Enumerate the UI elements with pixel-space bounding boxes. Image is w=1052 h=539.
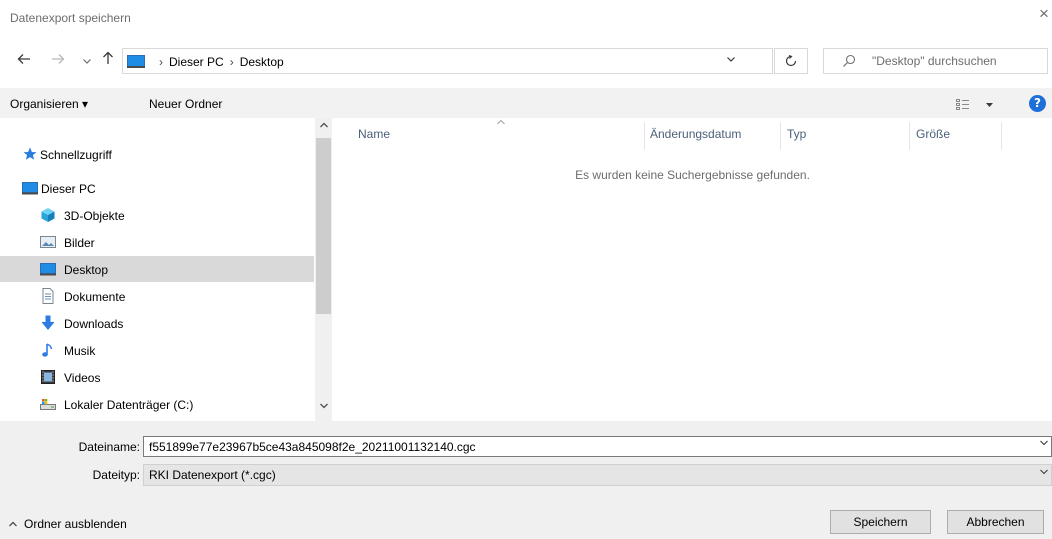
- organize-menu-button[interactable]: Organisieren ▾: [10, 97, 88, 111]
- breadcrumb-item-dieser-pc[interactable]: Dieser PC: [169, 55, 224, 69]
- column-divider[interactable]: [780, 122, 781, 150]
- desktop-icon: [127, 55, 145, 68]
- cancel-button[interactable]: Abbrechen: [947, 510, 1044, 534]
- nav-label: Desktop: [64, 263, 109, 277]
- arrow-up-icon: [103, 51, 113, 64]
- nav-item-desktop[interactable]: Desktop: [0, 256, 314, 282]
- filetype-select[interactable]: RKI Datenexport (*.cgc): [143, 464, 1052, 486]
- search-placeholder: "Desktop" durchsuchen: [872, 54, 997, 68]
- empty-message: Es wurden keine Suchergebnisse gefunden.: [575, 168, 810, 182]
- recent-locations-button[interactable]: [77, 51, 97, 71]
- filetype-value: RKI Datenexport (*.cgc): [149, 468, 276, 482]
- nav-item-dieser-pc[interactable]: Dieser PC: [0, 175, 314, 201]
- navigation-pane: Schnellzugriff Dieser PC 3D-Objekte Bild…: [0, 118, 332, 421]
- chevron-down-icon[interactable]: [1039, 439, 1049, 450]
- nav-label: Schnellzugriff: [40, 148, 112, 162]
- scrollbar-thumb[interactable]: [316, 138, 331, 314]
- desktop-icon: [40, 263, 56, 276]
- breadcrumb-separator: ›: [229, 55, 234, 69]
- nav-label: Bilder: [64, 236, 95, 250]
- dialog-title: Datenexport speichern: [10, 11, 131, 25]
- nav-label: Musik: [64, 344, 96, 358]
- nav-item-bilder[interactable]: Bilder: [0, 229, 314, 255]
- new-folder-button[interactable]: Neuer Ordner: [149, 97, 222, 111]
- filename-value: f551899e77e23967b5ce43a845098f2e_2021100…: [149, 440, 476, 454]
- search-icon: [843, 54, 856, 67]
- chevron-down-icon: [83, 59, 91, 64]
- save-button[interactable]: Speichern: [830, 510, 931, 534]
- save-dialog: Datenexport speichern × › Dieser PC › Deskt…: [0, 0, 1052, 539]
- breadcrumb[interactable]: › Dieser PC › Desktop: [153, 55, 284, 69]
- nav-item-downloads[interactable]: Downloads: [0, 310, 314, 336]
- search-field[interactable]: "Desktop" durchsuchen: [823, 48, 1048, 74]
- filetype-label: Dateityp:: [92, 468, 140, 482]
- column-header-type[interactable]: Typ: [787, 127, 806, 141]
- command-bar: Organisieren ▾ Neuer Ordner ?: [0, 88, 1052, 119]
- video-icon: [41, 370, 55, 384]
- nav-item-3d-objekte[interactable]: 3D-Objekte: [0, 202, 314, 228]
- breadcrumb-separator: ›: [159, 55, 163, 69]
- column-header-date[interactable]: Änderungsdatum: [650, 127, 741, 141]
- column-divider[interactable]: [1001, 122, 1002, 150]
- file-list[interactable]: Name Änderungsdatum Typ Größe Es wurden …: [333, 118, 1052, 421]
- column-divider[interactable]: [644, 122, 645, 150]
- nav-item-videos[interactable]: Videos: [0, 364, 314, 390]
- back-button[interactable]: [14, 51, 34, 71]
- column-divider[interactable]: [909, 122, 910, 150]
- address-dropdown-button[interactable]: [723, 53, 739, 69]
- hide-folders-label: Ordner ausblenden: [24, 517, 127, 531]
- drive-icon: [40, 399, 56, 410]
- computer-icon: [22, 182, 38, 195]
- refresh-button[interactable]: [774, 48, 808, 74]
- nav-item-dokumente[interactable]: Dokumente: [0, 283, 314, 309]
- column-header-name[interactable]: Name: [358, 127, 390, 141]
- address-bar[interactable]: › Dieser PC › Desktop: [122, 48, 773, 74]
- navigation-scrollbar[interactable]: [315, 118, 332, 421]
- filename-label: Dateiname:: [78, 440, 140, 454]
- star-icon: [23, 147, 37, 160]
- view-options-icon[interactable]: [956, 98, 996, 112]
- arrow-left-icon: [17, 54, 30, 64]
- arrow-right-icon: [52, 54, 65, 64]
- nav-label: Lokaler Datenträger (C:): [64, 398, 194, 412]
- column-header-size[interactable]: Größe: [916, 127, 950, 141]
- music-icon: [42, 343, 53, 357]
- nav-label: Dieser PC: [41, 182, 96, 196]
- help-icon[interactable]: ?: [1029, 95, 1046, 112]
- cube-icon: [41, 208, 55, 222]
- chevron-down-icon: [727, 57, 735, 62]
- nav-item-schnellzugriff[interactable]: Schnellzugriff: [0, 141, 314, 167]
- pictures-icon: [40, 236, 56, 248]
- close-icon[interactable]: ×: [1036, 5, 1052, 22]
- sort-indicator-icon: [496, 118, 506, 129]
- document-icon: [42, 288, 54, 304]
- breadcrumb-item-desktop[interactable]: Desktop: [240, 55, 284, 69]
- filename-field[interactable]: f551899e77e23967b5ce43a845098f2e_2021100…: [143, 436, 1052, 457]
- chevron-up-icon: [8, 520, 18, 531]
- nav-label: Dokumente: [64, 290, 126, 304]
- forward-button[interactable]: [48, 51, 68, 71]
- nav-item-musik[interactable]: Musik: [0, 337, 314, 363]
- chevron-down-icon[interactable]: [1039, 468, 1049, 479]
- download-icon: [41, 315, 55, 330]
- chevron-up-icon[interactable]: [315, 121, 332, 132]
- nav-label: 3D-Objekte: [64, 209, 125, 223]
- nav-label: Downloads: [64, 317, 124, 331]
- chevron-down-icon[interactable]: [315, 402, 332, 413]
- hide-folders-toggle[interactable]: Ordner ausblenden: [8, 517, 127, 531]
- nav-label: Videos: [64, 371, 101, 385]
- nav-item-lokaler-datentraeger[interactable]: Lokaler Datenträger (C:): [0, 391, 314, 417]
- up-button[interactable]: [98, 51, 118, 71]
- refresh-icon: [785, 54, 797, 67]
- save-options-panel: Dateiname: f551899e77e23967b5ce43a845098…: [0, 421, 1052, 539]
